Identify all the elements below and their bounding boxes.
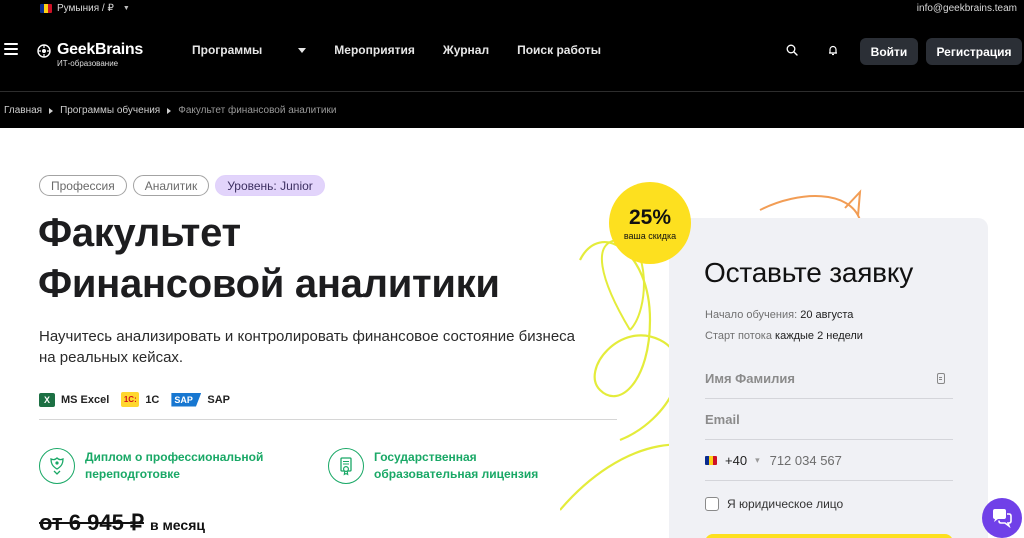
page-title-line2: Финансовой аналитики — [38, 262, 500, 306]
nav-item-job-search[interactable]: Поиск работы — [517, 43, 601, 57]
contact-card-icon — [937, 373, 945, 384]
tag-level: Уровень: Junior — [215, 175, 325, 196]
header-divider — [0, 91, 1024, 92]
phone-placeholder: 712 034 567 — [769, 453, 842, 468]
location-label: Румыния / ₽ — [57, 3, 114, 14]
stream-start-label: Старт потока — [705, 330, 772, 342]
discount-badge: 25% ваша скидка — [609, 182, 691, 264]
discount-percent: 25% — [628, 205, 672, 229]
romania-flag-icon — [40, 4, 52, 13]
email-field[interactable]: Email — [705, 400, 953, 440]
nav-item-programs-label: Программы — [192, 43, 263, 57]
legal-entity-label: Я юридическое лицо — [727, 497, 844, 511]
section-divider — [39, 419, 617, 420]
stream-start-value: каждые 2 недели — [775, 330, 863, 342]
caret-down-icon — [298, 47, 307, 53]
emblem-icon — [39, 448, 75, 484]
old-price: от 6 945 ₽ — [39, 510, 144, 535]
sap-icon: SAP — [171, 392, 202, 407]
nav-item-events[interactable]: Мероприятия — [334, 43, 415, 57]
feature-diploma-line1: Диплом о профессиональной — [85, 450, 264, 464]
excel-icon: X — [39, 392, 55, 407]
form-title: Оставьте заявку — [704, 257, 914, 288]
legal-entity-checkbox-row[interactable]: Я юридическое лицо — [705, 497, 843, 511]
tool-1c: 1С: 1C — [121, 392, 159, 407]
login-button[interactable]: Войти — [860, 38, 918, 65]
legal-entity-checkbox[interactable] — [705, 497, 719, 511]
feature-diploma-line2: переподготовке — [85, 467, 180, 481]
phone-field[interactable]: +40 ▾ 712 034 567 — [705, 441, 953, 481]
geekbrains-logo-icon — [37, 44, 51, 58]
nav-item-programs[interactable]: Программы — [192, 43, 307, 57]
stream-start-row: Старт потока каждые 2 недели — [705, 330, 863, 342]
submit-button[interactable] — [705, 534, 953, 538]
location-selector[interactable]: Румыния / ₽ ▼ — [40, 3, 130, 14]
phone-country-code[interactable]: +40 — [725, 453, 747, 468]
feature-diploma: Диплом о профессиональной переподготовке — [39, 448, 264, 484]
price-period: в месяц — [149, 517, 205, 533]
name-field[interactable]: Имя Фамилия — [705, 359, 953, 399]
nav-item-journal[interactable]: Журнал — [443, 43, 489, 57]
tools-list: X MS Excel 1С: 1C SAP SAP — [39, 392, 242, 407]
start-date-value: 20 августа — [800, 309, 854, 321]
1c-icon: 1С: — [121, 392, 140, 407]
logo-name: GeekBrains — [57, 41, 143, 58]
feature-license: Государственная образовательная лицензия — [328, 448, 539, 484]
breadcrumb-separator-icon — [167, 107, 172, 114]
chevron-down-icon[interactable]: ▾ — [755, 455, 760, 466]
page-title: Факультет Финансовой аналитики — [38, 208, 500, 310]
feature-license-line2: образовательная лицензия — [374, 467, 539, 481]
tool-sap: SAP SAP — [171, 392, 230, 407]
menu-icon[interactable] — [4, 43, 18, 55]
chat-icon — [993, 509, 1012, 528]
search-icon[interactable] — [786, 44, 798, 56]
start-date-label: Начало обучения: — [705, 309, 798, 321]
chat-button[interactable] — [982, 498, 1022, 538]
program-tags: Профессия Аналитик Уровень: Junior — [39, 175, 325, 196]
breadcrumb-current: Факультет финансовой аналитики — [178, 105, 337, 116]
breadcrumb-separator-icon — [49, 107, 54, 114]
certificate-icon — [328, 448, 364, 484]
start-date-row: Начало обучения: 20 августа — [705, 309, 853, 321]
tag-profession[interactable]: Профессия — [39, 175, 127, 196]
top-bar: Румыния / ₽ ▼ info@geekbrains.team — [0, 0, 1024, 18]
tool-1c-label: 1C — [145, 393, 160, 406]
page-title-line1: Факультет — [38, 211, 241, 255]
breadcrumb: Главная Программы обучения Факультет фин… — [4, 105, 336, 116]
application-form: Оставьте заявку Начало обучения: 20 авгу… — [669, 218, 988, 538]
logo-subtitle: ИТ-образование — [57, 59, 119, 68]
price-block: от 6 945 ₽ в месяц — [39, 510, 205, 536]
tool-excel: X MS Excel — [39, 392, 110, 407]
bell-icon[interactable] — [827, 44, 839, 56]
contact-email-link[interactable]: info@geekbrains.team — [917, 3, 1017, 14]
chevron-down-icon: ▼ — [122, 5, 130, 12]
phone-country-flag-icon[interactable] — [705, 456, 717, 465]
tool-excel-label: MS Excel — [61, 393, 110, 406]
program-description: Научитесь анализировать и контролировать… — [39, 328, 576, 366]
email-field-placeholder: Email — [705, 412, 740, 427]
tool-sap-label: SAP — [207, 393, 230, 406]
feature-license-line1: Государственная — [374, 450, 477, 464]
tag-analyst[interactable]: Аналитик — [132, 175, 210, 196]
logo[interactable]: GeekBrains ИТ-образование — [37, 42, 143, 69]
breadcrumb-programs[interactable]: Программы обучения — [60, 105, 160, 116]
breadcrumb-home[interactable]: Главная — [4, 105, 42, 116]
register-button[interactable]: Регистрация — [926, 38, 1022, 65]
site-header: GeekBrains ИТ-образование Программы Меро… — [0, 18, 1024, 128]
main-nav: Программы Мероприятия Журнал Поиск работ… — [192, 43, 629, 57]
discount-label: ваша скидка — [623, 230, 677, 241]
name-field-placeholder: Имя Фамилия — [705, 371, 795, 386]
